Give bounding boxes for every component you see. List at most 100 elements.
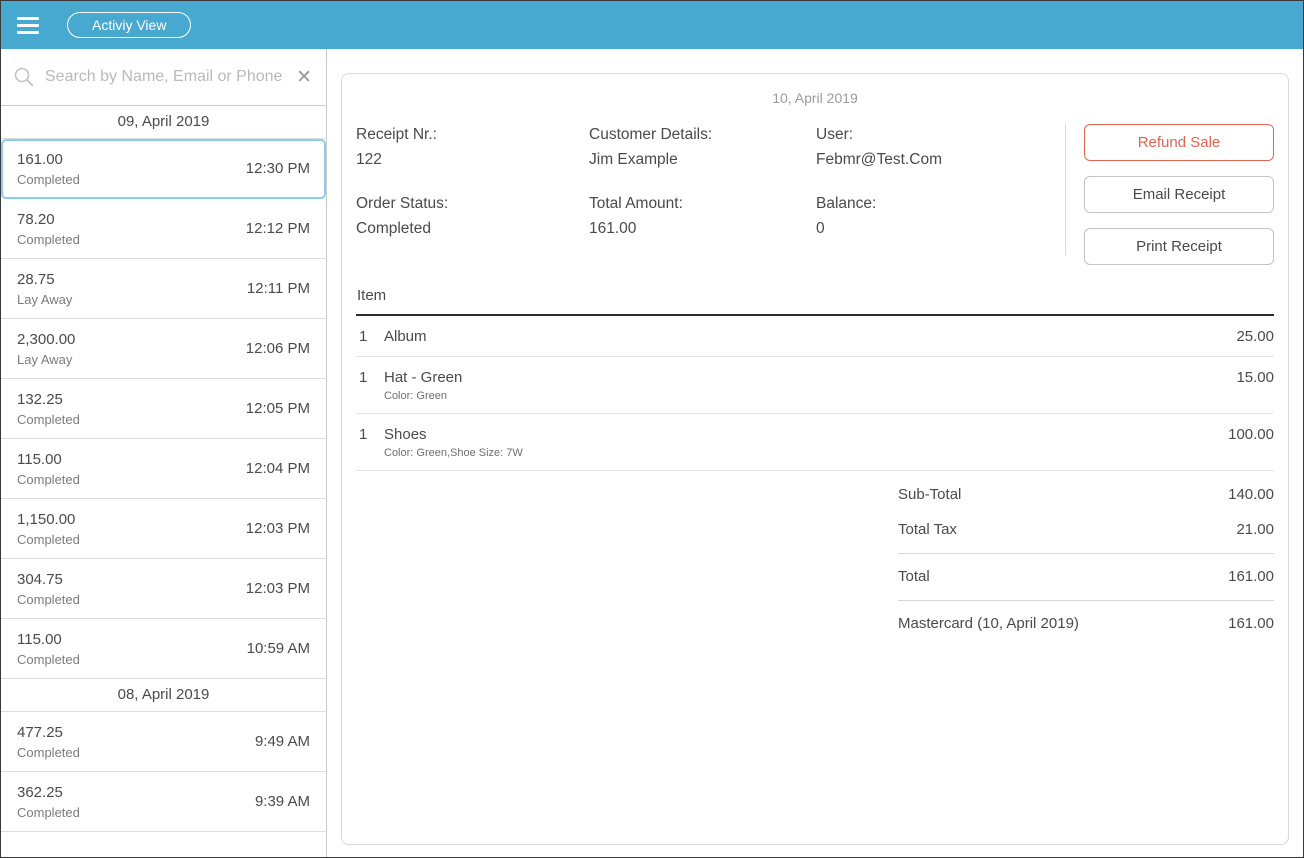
item-detail: Color: Green,Shoe Size: 7W [384,447,1228,459]
transaction-status: Completed [17,232,80,247]
transaction-row[interactable]: 477.25 Completed 9:49 AM [1,712,326,772]
transaction-amount: 161.00 [17,151,80,168]
transaction-status: Completed [17,652,80,667]
transaction-row[interactable]: 115.00 Completed 12:04 PM [1,439,326,499]
app-window: Activiy View ✕ 09, April 2019 161.00 Com… [0,0,1304,858]
transaction-info: 2,300.00 Lay Away [17,331,75,367]
transaction-time: 12:04 PM [246,460,310,477]
totals-label: Mastercard (10, April 2019) [898,615,1079,632]
transaction-amount: 132.25 [17,391,80,408]
item-name: Shoes [384,426,1228,443]
transaction-time: 12:11 PM [247,280,310,297]
menu-icon[interactable] [17,17,39,34]
field-balance: Balance: 0 [816,195,1059,238]
transaction-status: Lay Away [17,352,75,367]
transaction-info: 115.00 Completed [17,451,80,487]
transaction-row[interactable]: 132.25 Completed 12:05 PM [1,379,326,439]
transaction-time: 9:49 AM [255,733,310,750]
field-customer: Customer Details: Jim Example [589,126,816,169]
receipt-item-row: 1 Hat - Green Color: Green 15.00 [356,357,1274,414]
transaction-row[interactable]: 161.00 Completed 12:30 PM [1,139,326,199]
transaction-info: 132.25 Completed [17,391,80,427]
transaction-time: 12:12 PM [246,220,310,237]
search-input[interactable] [43,67,286,87]
transaction-time: 12:03 PM [246,520,310,537]
transaction-time: 12:03 PM [246,580,310,597]
totals-label: Total [898,568,930,585]
clear-search-icon[interactable]: ✕ [294,68,314,87]
email-receipt-button[interactable]: Email Receipt [1084,176,1274,213]
transaction-amount: 78.20 [17,211,80,228]
totals-label: Total Tax [898,521,957,538]
item-price: 100.00 [1228,426,1274,443]
item-price: 15.00 [1236,369,1274,386]
payment-row: Mastercard (10, April 2019) 161.00 [898,600,1274,641]
item-info: Shoes Color: Green,Shoe Size: 7W [384,426,1228,459]
receipt-summary: Receipt Nr.: 122 Customer Details: Jim E… [356,122,1274,265]
search-bar: ✕ [1,49,326,106]
receipt-panel: 10, April 2019 Receipt Nr.: 122 Customer… [327,49,1303,857]
activity-view-button[interactable]: Activiy View [67,12,191,38]
transaction-row[interactable]: 362.25 Completed 9:39 AM [1,772,326,832]
subtotal-rows: Sub-Total 140.00 Total Tax 21.00 [898,477,1274,547]
field-value: Febmr@Test.Com [816,151,1059,169]
transaction-amount: 115.00 [17,631,80,648]
sidebar: ✕ 09, April 2019 161.00 Completed 12:30 … [1,49,327,857]
field-value: Completed [356,220,589,238]
totals-label: Sub-Total [898,486,961,503]
field-order-status: Order Status: Completed [356,195,589,238]
field-label: Balance: [816,195,1059,213]
transaction-status: Completed [17,412,80,427]
field-receipt-nr: Receipt Nr.: 122 [356,126,589,169]
transaction-info: 362.25 Completed [17,784,80,820]
transaction-status: Completed [17,472,80,487]
transaction-time: 12:06 PM [246,340,310,357]
totals-value: 21.00 [1236,521,1274,538]
field-value: 161.00 [589,220,816,238]
receipt-items: 1 Album 25.00 1 Hat - Green Color: Green… [356,316,1274,471]
transaction-time: 12:05 PM [246,400,310,417]
receipt-fields: Receipt Nr.: 122 Customer Details: Jim E… [356,122,1059,265]
totals-value: 161.00 [1228,615,1274,632]
transaction-time: 9:39 AM [255,793,310,810]
print-receipt-button[interactable]: Print Receipt [1084,228,1274,265]
transaction-info: 304.75 Completed [17,571,80,607]
content-area: ✕ 09, April 2019 161.00 Completed 12:30 … [1,49,1303,857]
transaction-row[interactable]: 1,150.00 Completed 12:03 PM [1,499,326,559]
transaction-row[interactable]: 2,300.00 Lay Away 12:06 PM [1,319,326,379]
topbar: Activiy View [1,1,1303,49]
refund-sale-button[interactable]: Refund Sale [1084,124,1274,161]
transaction-row[interactable]: 28.75 Lay Away 12:11 PM [1,259,326,319]
transaction-info: 161.00 Completed [17,151,80,187]
transaction-status: Completed [17,172,80,187]
totals-value: 140.00 [1228,486,1274,503]
transaction-info: 1,150.00 Completed [17,511,80,547]
transaction-status: Completed [17,805,80,820]
receipt-item-row: 1 Album 25.00 [356,316,1274,357]
search-icon [13,66,35,88]
total-row: Total 161.00 [898,553,1274,594]
field-label: Order Status: [356,195,589,213]
items-header: Item [356,287,1274,316]
item-qty: 1 [359,328,384,345]
transaction-row[interactable]: 115.00 Completed 10:59 AM [1,619,326,679]
item-info: Hat - Green Color: Green [384,369,1236,402]
item-qty: 1 [359,426,384,443]
transaction-row[interactable]: 304.75 Completed 12:03 PM [1,559,326,619]
receipt-header-date: 10, April 2019 [356,74,1274,122]
field-value: 0 [816,220,1059,238]
transaction-amount: 1,150.00 [17,511,80,528]
transaction-status: Completed [17,532,80,547]
item-qty: 1 [359,369,384,386]
transaction-row[interactable]: 78.20 Completed 12:12 PM [1,199,326,259]
field-label: Total Amount: [589,195,816,213]
transaction-info: 78.20 Completed [17,211,80,247]
customer-link[interactable]: Jim Example [589,151,816,169]
item-detail: Color: Green [384,390,1236,402]
transaction-amount: 28.75 [17,271,72,288]
transaction-status: Lay Away [17,292,72,307]
transaction-time: 12:30 PM [246,160,310,177]
subtotal-row: Total Tax 21.00 [898,512,1274,547]
transaction-amount: 2,300.00 [17,331,75,348]
transaction-time: 10:59 AM [247,640,310,657]
